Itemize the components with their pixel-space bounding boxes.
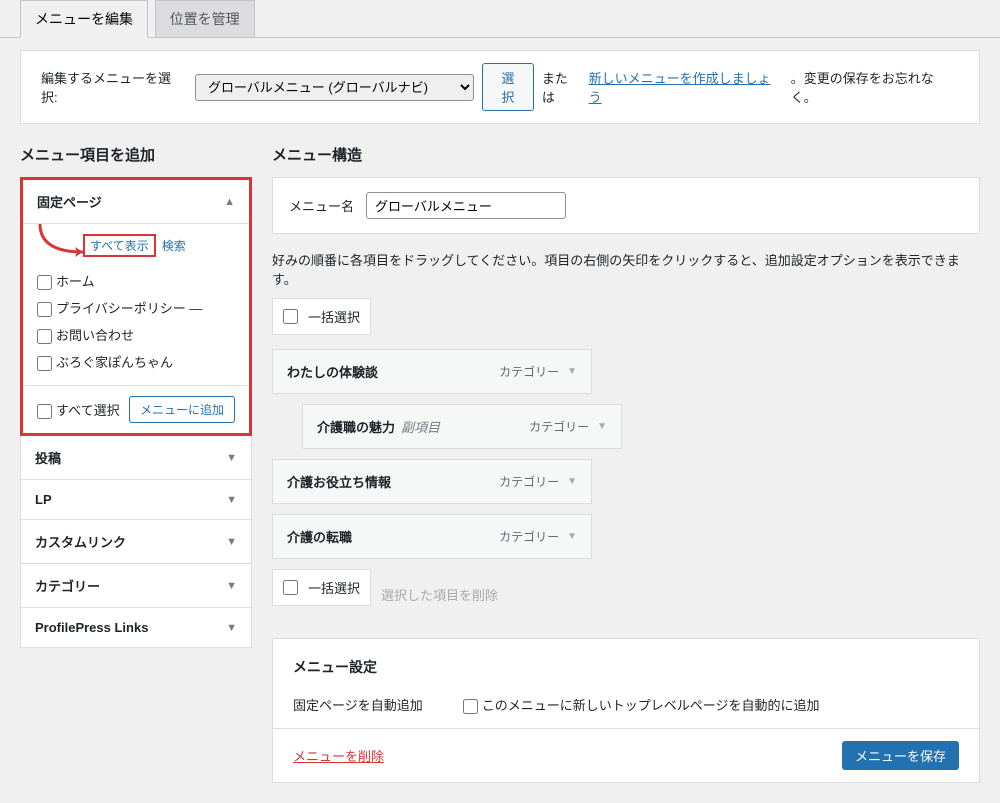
caret-down-icon: ▼: [226, 580, 237, 592]
chevron-down-icon[interactable]: ▼: [597, 421, 607, 432]
delete-menu-link[interactable]: メニューを削除: [293, 746, 384, 765]
menu-name-row: メニュー名: [272, 177, 980, 234]
accordion-profilepress: ProfilePress Links▼: [20, 607, 252, 648]
checkbox[interactable]: [37, 329, 52, 344]
menu-name-input[interactable]: [366, 192, 566, 219]
accordion-header[interactable]: カテゴリー▼: [21, 564, 251, 607]
bulk-select-top[interactable]: 一括選択: [272, 298, 371, 335]
menu-name-label: メニュー名: [289, 196, 354, 215]
menu-select-bar: 編集するメニューを選択: グローバルメニュー (グローバルナビ) 選択 または …: [20, 50, 980, 124]
footer-bar: メニューを削除 メニューを保存: [272, 728, 980, 783]
list-item[interactable]: お問い合わせ: [37, 321, 235, 348]
bulk-select-checkbox[interactable]: [283, 309, 298, 324]
tab-manage-locations[interactable]: 位置を管理: [155, 0, 255, 37]
menu-item-title: 介護職の魅力: [317, 420, 395, 435]
bulk-select-bottom[interactable]: 一括選択: [272, 569, 371, 606]
create-menu-link[interactable]: 新しいメニューを作成しましょう: [589, 68, 783, 106]
menu-item[interactable]: 介護職の魅力副項目 カテゴリー▼: [302, 404, 622, 449]
chevron-down-icon[interactable]: ▼: [567, 476, 577, 487]
accordion-lp: LP▼: [20, 479, 252, 520]
checkbox[interactable]: [37, 275, 52, 290]
accordion-header-fixed-page[interactable]: 固定ページ ▲: [23, 180, 249, 223]
tail-text: 。変更の保存をお忘れなく。: [791, 68, 959, 106]
caret-down-icon: ▼: [226, 536, 237, 548]
page-checklist: ホーム プライバシーポリシー — お問い合わせ ぶろぐ家ぽんちゃん: [37, 267, 235, 375]
subitem-label: 副項目: [401, 420, 440, 435]
select-label: 編集するメニューを選択:: [41, 68, 187, 106]
list-item[interactable]: ホーム: [37, 267, 235, 294]
bulk-select-checkbox[interactable]: [283, 580, 298, 595]
settings-title: メニュー設定: [293, 657, 959, 677]
checkbox[interactable]: [37, 356, 52, 371]
chevron-down-icon[interactable]: ▼: [567, 366, 577, 377]
add-items-title: メニュー項目を追加: [20, 144, 252, 165]
caret-down-icon: ▼: [226, 622, 237, 634]
accordion-header[interactable]: LP▼: [21, 480, 251, 519]
menu-item[interactable]: 介護お役立ち情報 カテゴリー▼: [272, 459, 592, 504]
accordion-header[interactable]: 投稿▼: [21, 436, 251, 479]
auto-add-checkbox[interactable]: [463, 699, 478, 714]
caret-down-icon: ▼: [226, 494, 237, 506]
menu-item-title: わたしの体験談: [287, 362, 378, 381]
list-item[interactable]: プライバシーポリシー —: [37, 294, 235, 321]
or-text: または: [542, 68, 581, 106]
accordion-custom-link: カスタムリンク▼: [20, 519, 252, 564]
menu-item-title: 介護お役立ち情報: [287, 472, 391, 491]
nav-tabs: メニューを編集 位置を管理: [0, 0, 1000, 38]
structure-title: メニュー構造: [272, 144, 980, 165]
select-all[interactable]: すべて選択: [37, 400, 120, 419]
caret-down-icon: ▼: [226, 452, 237, 464]
auto-add-label: 固定ページを自動追加: [293, 695, 423, 714]
subtab-all[interactable]: すべて表示: [83, 234, 156, 257]
tab-edit-menus[interactable]: メニューを編集: [20, 0, 148, 38]
checkbox[interactable]: [37, 302, 52, 317]
menu-item-title: 介護の転職: [287, 527, 352, 546]
accordion-header[interactable]: ProfilePress Links▼: [21, 608, 251, 647]
select-all-checkbox[interactable]: [37, 404, 52, 419]
chevron-down-icon[interactable]: ▼: [567, 531, 577, 542]
select-button[interactable]: 選択: [482, 63, 534, 111]
delete-selected-link[interactable]: 選択した項目を削除: [381, 585, 498, 604]
menu-item[interactable]: わたしの体験談 カテゴリー▼: [272, 349, 592, 394]
menu-select[interactable]: グローバルメニュー (グローバルナビ): [195, 74, 474, 101]
accordion-fixed-page: 固定ページ ▲ すべて表示 検索 ホーム プライバシーポリシー —: [20, 177, 252, 436]
list-item[interactable]: ぶろぐ家ぽんちゃん: [37, 348, 235, 375]
caret-up-icon: ▲: [224, 196, 235, 208]
subtab-search[interactable]: 検索: [162, 237, 186, 254]
menu-items-list: わたしの体験談 カテゴリー▼ 介護職の魅力副項目 カテゴリー▼ 介護お役立ち情報…: [272, 349, 980, 559]
accordion-category: カテゴリー▼: [20, 563, 252, 608]
save-menu-button[interactable]: メニューを保存: [842, 741, 959, 770]
accordion-posts: 投稿▼: [20, 435, 252, 480]
help-text: 好みの順番に各項目をドラッグしてください。項目の右側の矢印をクリックすると、追加…: [272, 250, 980, 288]
fixed-page-label: 固定ページ: [37, 192, 102, 211]
auto-add-option[interactable]: このメニューに新しいトップレベルページを自動的に追加: [463, 695, 820, 714]
menu-settings: メニュー設定 固定ページを自動追加 このメニューに新しいトップレベルページを自動…: [272, 638, 980, 728]
menu-item[interactable]: 介護の転職 カテゴリー▼: [272, 514, 592, 559]
accordion-header[interactable]: カスタムリンク▼: [21, 520, 251, 563]
add-to-menu-button[interactable]: メニューに追加: [129, 396, 235, 423]
